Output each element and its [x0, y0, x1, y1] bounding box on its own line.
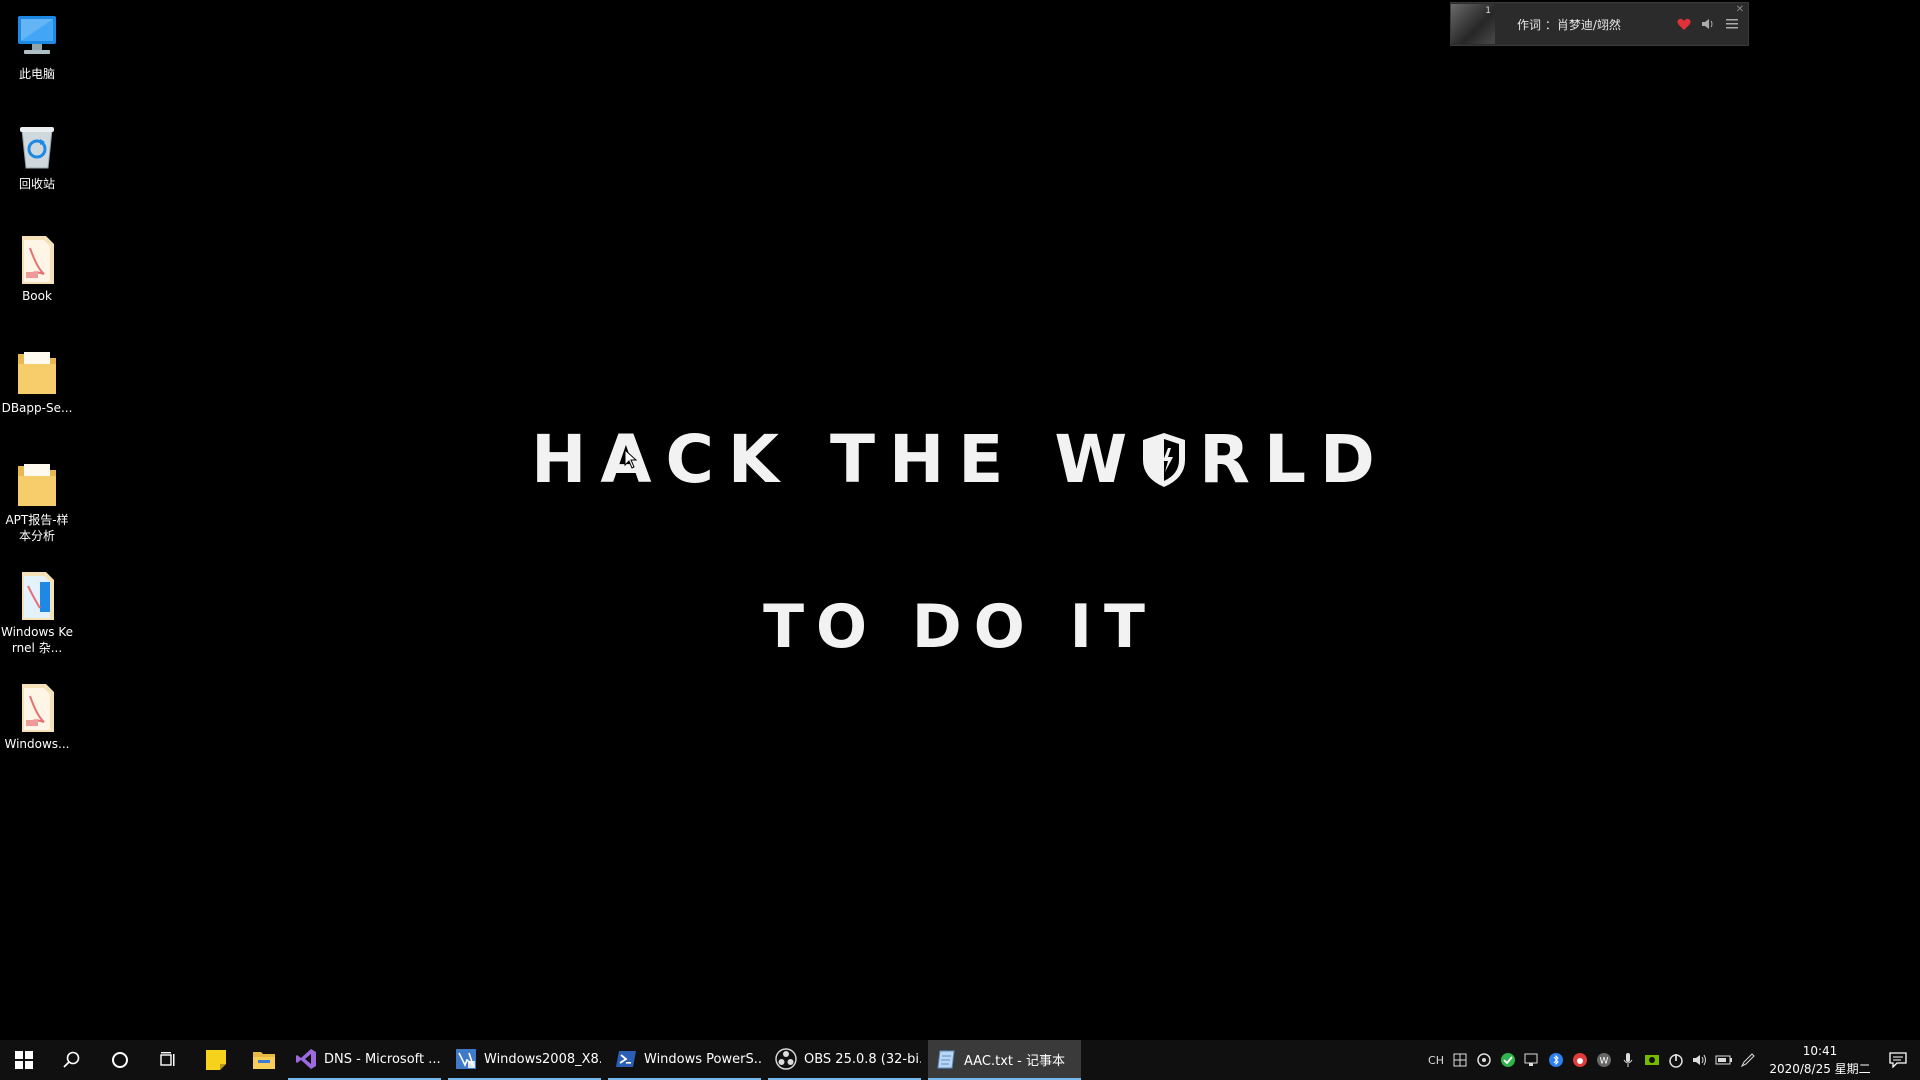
recycle-bin-icon	[10, 120, 64, 174]
desktop-icon-label: Book	[22, 289, 52, 303]
sticky-notes-icon	[206, 1050, 226, 1070]
desktop-icon-windows-pdf[interactable]: Windows...	[0, 680, 74, 752]
folder-icon	[10, 344, 64, 398]
wallpaper-title-part1: HACK THE W	[531, 421, 1142, 498]
taskbar-app-label: DNS - Microsoft ...	[324, 1051, 441, 1067]
start-button[interactable]	[0, 1040, 48, 1080]
playlist-icon[interactable]	[1724, 16, 1740, 32]
ime-indicator[interactable]: CH	[1424, 1040, 1448, 1080]
keyboard-layout-icon[interactable]	[1448, 1040, 1472, 1080]
vmware-icon	[454, 1047, 478, 1071]
obs-icon	[774, 1047, 798, 1071]
search-icon	[63, 1051, 80, 1068]
nvidia-icon[interactable]	[1640, 1040, 1664, 1080]
svg-text:W: W	[1600, 1057, 1609, 1067]
music-mini-player[interactable]: 1 作词 ：肖梦迪/翊然 ✕	[1450, 2, 1749, 46]
app-w-icon[interactable]: W	[1592, 1040, 1616, 1080]
taskbar-app-powershell[interactable]: Windows PowerS...	[608, 1040, 761, 1080]
taskbar-app-label: AAC.txt - 记事本	[964, 1053, 1065, 1069]
task-view-icon	[160, 1052, 175, 1066]
file-explorer-button[interactable]	[240, 1040, 288, 1080]
desktop-icon-book[interactable]: Book	[0, 232, 74, 304]
desktop-icon-label: 此电脑	[18, 67, 55, 81]
taskbar-app-label: Windows2008_X8...	[484, 1051, 601, 1067]
notification-icon	[1889, 1052, 1907, 1068]
cortana-button[interactable]	[96, 1040, 144, 1080]
battery-icon[interactable]	[1712, 1040, 1736, 1080]
volume-icon[interactable]	[1700, 16, 1716, 32]
clock-time: 10:41	[1802, 1044, 1838, 1058]
computer-icon	[10, 10, 64, 64]
wallpaper-title-part2: RLD	[1199, 421, 1389, 498]
heart-icon[interactable]	[1676, 16, 1692, 32]
desktop-icon-label: APT报告-样本分析	[5, 513, 69, 543]
wallpaper-title: HACK THE W RLD	[0, 425, 1920, 495]
security-check-icon[interactable]	[1496, 1040, 1520, 1080]
cortana-icon	[112, 1052, 128, 1068]
taskbar-app-notepad[interactable]: AAC.txt - 记事本	[928, 1040, 1081, 1080]
desktop-icon-label: 回收站	[18, 177, 55, 191]
action-center-button[interactable]	[1876, 1040, 1920, 1080]
desktop: 此电脑 回收站 Book DBapp-Se... APT报告-样本分析 Wind…	[0, 0, 1920, 1040]
taskbar-app-label: Windows PowerS...	[644, 1051, 761, 1067]
taskbar-clock[interactable]: 10:41 2020/8/25 星期二	[1764, 1042, 1876, 1078]
system-tray: CH W 10:41 2020/8/25 星期二	[1424, 1040, 1920, 1080]
power-icon[interactable]	[1664, 1040, 1688, 1080]
powershell-icon	[614, 1047, 638, 1071]
notepad-icon	[934, 1047, 958, 1071]
desktop-icon-recycle-bin[interactable]: 回收站	[0, 120, 74, 192]
bluetooth-icon[interactable]	[1544, 1040, 1568, 1080]
desktop-icon-label: DBapp-Se...	[1, 401, 73, 415]
wallpaper-subtitle: TO DO IT	[763, 592, 1157, 662]
mouse-cursor-icon	[624, 449, 638, 469]
taskbar-app-vmware[interactable]: Windows2008_X8...	[448, 1040, 601, 1080]
task-view-button[interactable]	[144, 1040, 192, 1080]
volume-icon[interactable]	[1688, 1040, 1712, 1080]
search-button[interactable]	[48, 1040, 96, 1080]
settings-gear-icon[interactable]	[1472, 1040, 1496, 1080]
weibo-icon[interactable]	[1568, 1040, 1592, 1080]
track-number: 1	[1485, 6, 1491, 16]
windows-logo-icon	[15, 1051, 33, 1069]
taskbar: DNS - Microsoft ... Windows2008_X8... Wi…	[0, 1040, 1920, 1080]
taskbar-app-label: OBS 25.0.8 (32-bi...	[804, 1051, 921, 1067]
taskbar-app-dns[interactable]: DNS - Microsoft ...	[288, 1040, 441, 1080]
shield-icon	[1143, 433, 1186, 487]
pdf-file-icon	[10, 232, 64, 286]
folder-icon	[253, 1052, 275, 1069]
pen-icon[interactable]	[1736, 1040, 1760, 1080]
close-icon[interactable]: ✕	[1736, 4, 1744, 15]
microphone-icon[interactable]	[1616, 1040, 1640, 1080]
desktop-icon-this-pc[interactable]: 此电脑	[0, 10, 74, 82]
sticky-notes-button[interactable]	[192, 1040, 240, 1080]
clock-date: 2020/8/25 星期二	[1769, 1062, 1871, 1076]
desktop-icon-dbapp-folder[interactable]: DBapp-Se...	[0, 344, 74, 416]
visual-studio-icon	[294, 1047, 318, 1071]
album-cover[interactable]: 1	[1451, 4, 1495, 44]
lyric-text: 作词 ：肖梦迪/翊然	[1517, 17, 1621, 32]
player-controls	[1676, 16, 1740, 32]
network-icon[interactable]	[1520, 1040, 1544, 1080]
taskbar-app-obs[interactable]: OBS 25.0.8 (32-bi...	[768, 1040, 921, 1080]
pdf-file-icon	[10, 680, 64, 734]
desktop-icon-label: Windows...	[4, 737, 70, 751]
